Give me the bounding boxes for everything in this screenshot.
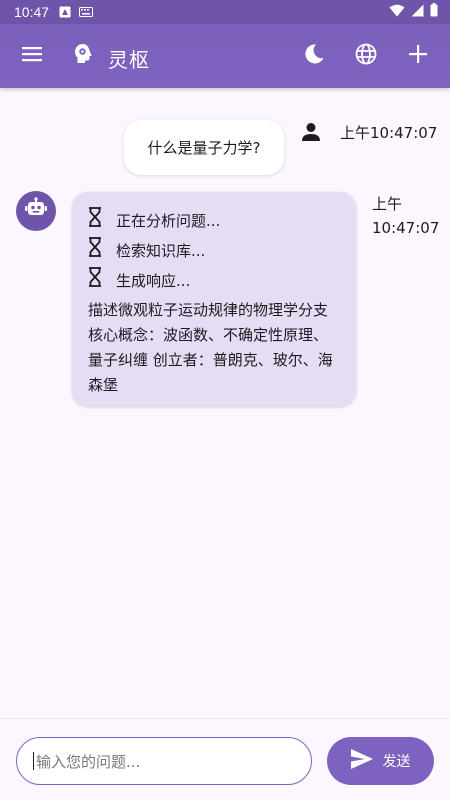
brain-icon — [72, 42, 96, 70]
progress-step: 检索知识库... — [88, 236, 342, 266]
user-message-bubble: 什么是量子力学? — [124, 120, 284, 175]
user-message-text: 什么是量子力学? — [147, 139, 261, 157]
app-logo — [64, 36, 104, 76]
menu-icon — [22, 46, 42, 66]
battery-icon — [430, 3, 438, 21]
hourglass-icon — [88, 207, 108, 235]
bot-time-clock: 10:47:07 — [372, 219, 440, 237]
android-icon — [59, 6, 71, 18]
send-button-label: 发送 — [382, 754, 411, 770]
new-chat-button[interactable] — [398, 36, 438, 76]
progress-step: 生成响应... — [88, 266, 342, 296]
add-icon — [409, 45, 427, 67]
send-button[interactable]: 发送 — [327, 737, 434, 785]
user-message-time: 上午10:47:07 — [340, 124, 438, 142]
question-input-placeholder: 输入您的问题... — [36, 752, 141, 771]
chat-area[interactable]: 什么是量子力学? 上午10:47:07 正在分析问题... 检索知识库... 生… — [0, 88, 450, 718]
dark-mode-button[interactable] — [294, 36, 334, 76]
app-bar: 灵枢 — [0, 24, 450, 88]
bot-avatar — [16, 191, 56, 231]
input-bar: 输入您的问题... 发送 — [0, 718, 450, 800]
language-button[interactable] — [346, 36, 386, 76]
bot-time-period: 上午 — [372, 195, 403, 213]
question-input[interactable]: 输入您的问题... — [16, 737, 312, 785]
status-time: 10:47 — [14, 4, 50, 20]
person-icon — [300, 121, 322, 147]
progress-step: 正在分析问题... — [88, 206, 342, 236]
bot-message-time: 上午 10:47:07 — [372, 192, 442, 240]
dark-mode-icon — [303, 43, 325, 69]
bot-message-bubble: 正在分析问题... 检索知识库... 生成响应... 描述微观粒子运动规律的物理… — [72, 192, 356, 406]
hourglass-icon — [88, 267, 108, 295]
progress-step-label: 检索知识库... — [116, 242, 206, 260]
signal-icon — [411, 4, 424, 21]
wifi-icon — [389, 4, 405, 21]
robot-icon — [24, 197, 48, 225]
keyboard-icon — [79, 7, 94, 17]
menu-button[interactable] — [12, 36, 52, 76]
progress-step-label: 正在分析问题... — [116, 212, 221, 230]
bot-answer-text: 描述微观粒子运动规律的物理学分支 核心概念：波函数、不确定性原理、量子纠缠 创立… — [88, 301, 333, 394]
send-icon — [350, 749, 383, 773]
globe-icon — [355, 43, 377, 69]
hourglass-icon — [88, 237, 108, 265]
text-caret — [33, 752, 34, 770]
status-bar: 10:47 — [0, 0, 450, 24]
progress-step-label: 生成响应... — [116, 272, 191, 290]
app-title: 灵枢 — [108, 48, 150, 72]
